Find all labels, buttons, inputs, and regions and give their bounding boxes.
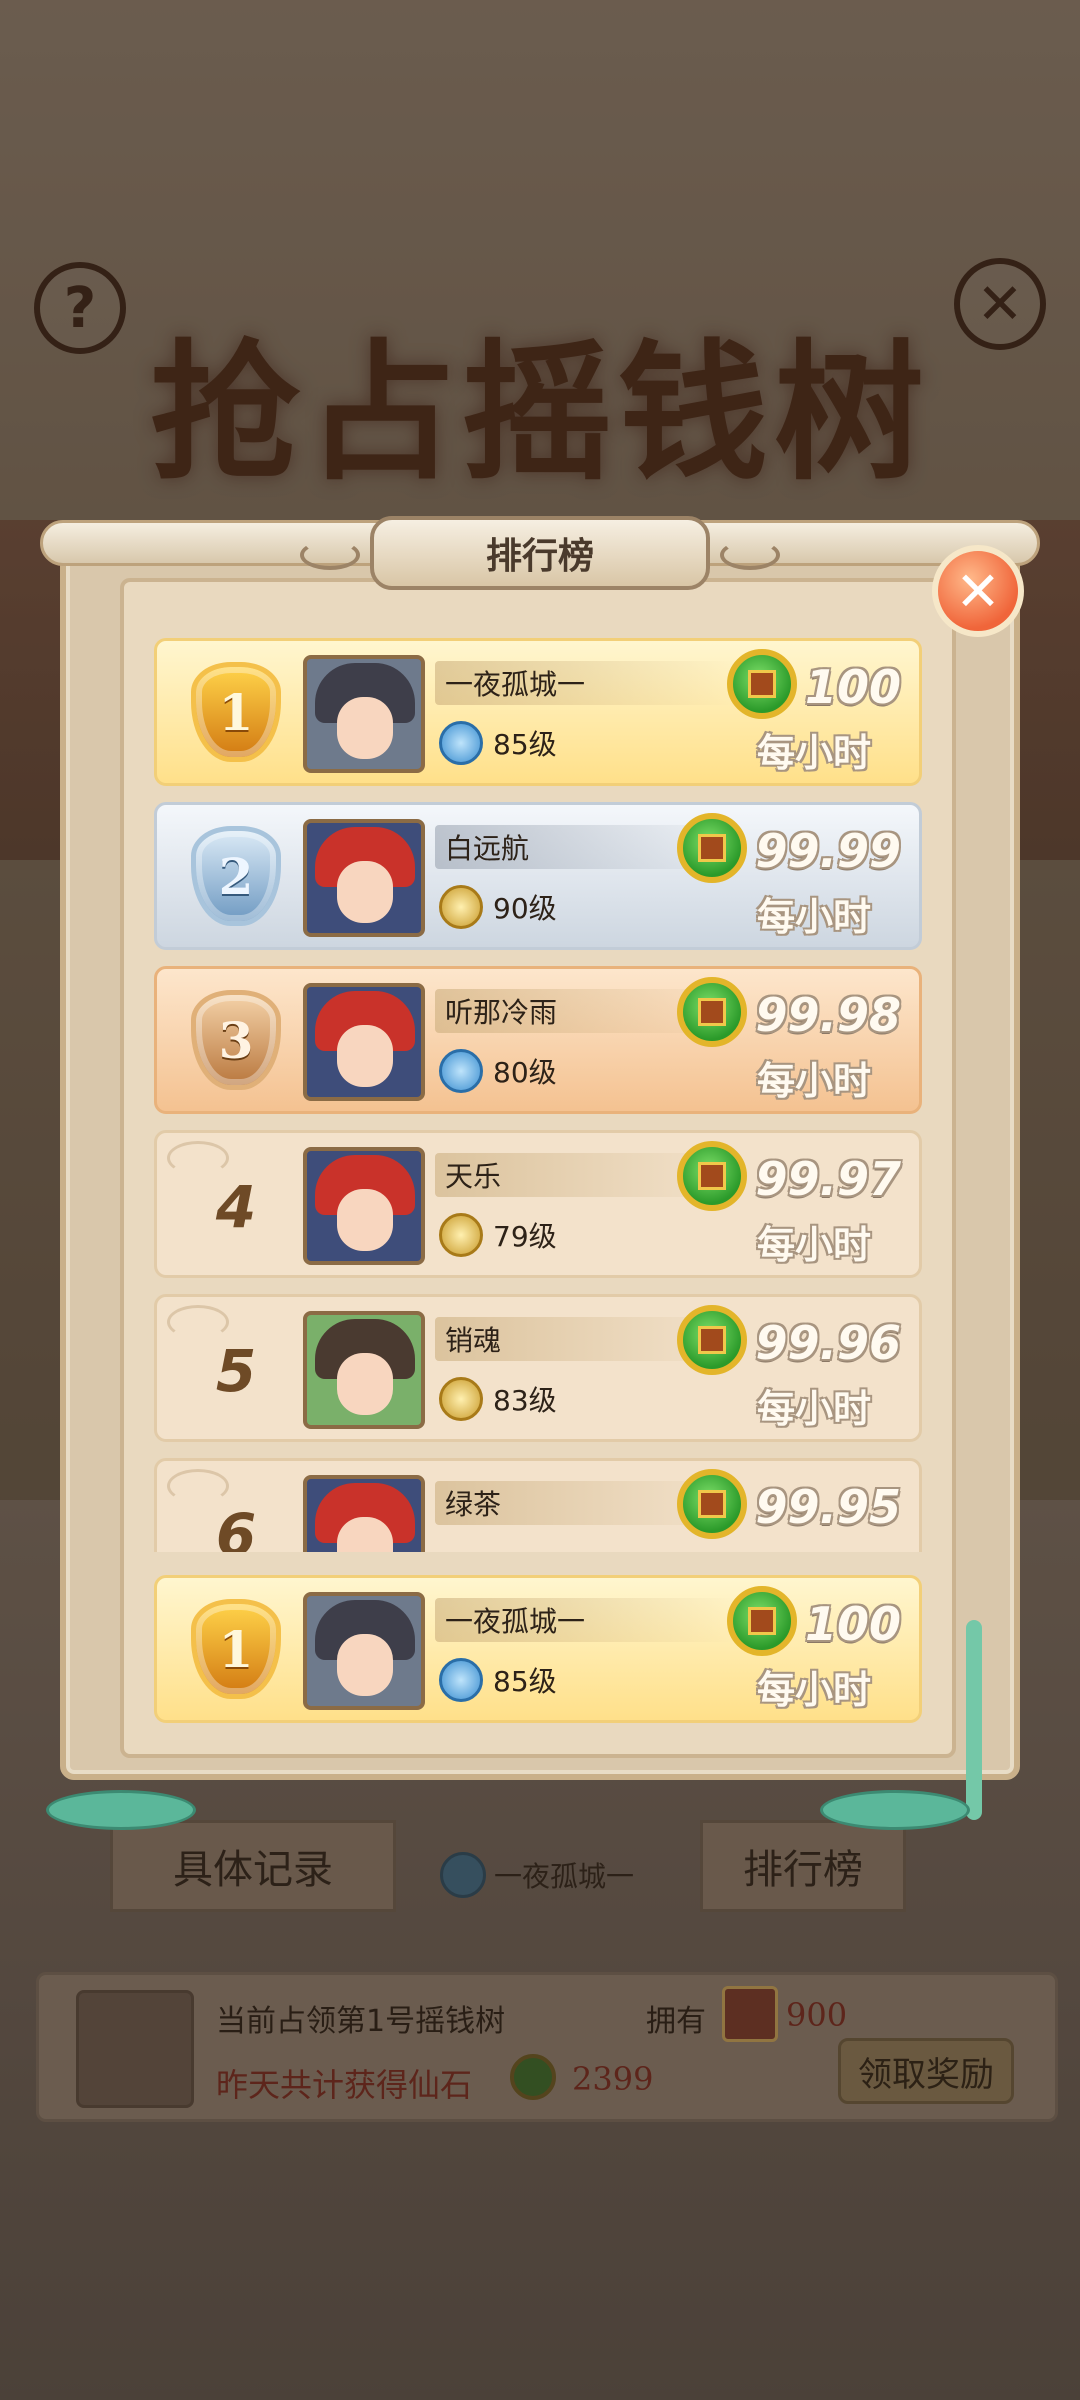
player-level: 83级 xyxy=(439,1377,557,1421)
title-ornament-left xyxy=(300,540,360,570)
ranking-row[interactable]: 1 一夜孤城一 85级 100 每小时 xyxy=(154,638,922,786)
jade-cloud-ornament xyxy=(820,1790,970,1830)
rate-unit: 每小时 xyxy=(756,1386,871,1431)
ranking-row[interactable]: 2 白远航 90级 99.99 每小时 xyxy=(154,802,922,950)
level-icon xyxy=(439,1049,483,1093)
gold-medal-icon: 1 xyxy=(179,655,293,769)
jade-vine-ornament xyxy=(966,1620,982,1820)
ranking-list[interactable]: 1 一夜孤城一 85级 100 每小时 2 白远航 90级 99.99 每小时 … xyxy=(146,626,930,1552)
jade-cloud-ornament xyxy=(46,1790,196,1830)
coin-icon xyxy=(727,1586,797,1656)
player-name: 一夜孤城一 xyxy=(435,1598,735,1642)
player-avatar xyxy=(303,1592,425,1710)
gold-medal-icon: 1 xyxy=(179,1592,293,1706)
bronze-medal-icon: 3 xyxy=(179,983,293,1097)
rate-value: 99.96 xyxy=(755,1316,901,1370)
player-name: 一夜孤城一 xyxy=(435,661,735,705)
rank-number: 5 xyxy=(215,1337,257,1405)
level-icon xyxy=(439,885,483,929)
rate-unit: 每小时 xyxy=(756,730,871,775)
level-icon xyxy=(439,1377,483,1421)
title-ornament-right xyxy=(720,540,780,570)
rank-number: 6 xyxy=(215,1501,257,1552)
coin-icon xyxy=(677,1141,747,1211)
level-icon xyxy=(439,721,483,765)
player-level: 85级 xyxy=(439,721,557,765)
ranking-row[interactable]: 5 销魂 83级 99.96 每小时 xyxy=(154,1294,922,1442)
level-icon xyxy=(439,1213,483,1257)
rate-unit: 每小时 xyxy=(756,1058,871,1103)
silver-medal-icon: 2 xyxy=(179,819,293,933)
rank-number: 4 xyxy=(215,1173,257,1241)
rate-value: 100 xyxy=(804,660,901,714)
player-level: 85级 xyxy=(439,1658,557,1702)
my-ranking-row: 1 一夜孤城一 85级 100 每小时 xyxy=(154,1575,922,1723)
modal-title: 排行榜 xyxy=(370,516,710,590)
ranking-row[interactable]: 4 天乐 79级 99.97 每小时 xyxy=(154,1130,922,1278)
rate-value: 99.98 xyxy=(755,988,901,1042)
rate-value: 100 xyxy=(804,1597,901,1651)
rate-value: 99.99 xyxy=(755,824,901,878)
player-level: 90级 xyxy=(439,885,557,929)
player-avatar xyxy=(303,1311,425,1429)
close-button[interactable]: ✕ xyxy=(932,545,1024,637)
player-avatar xyxy=(303,983,425,1101)
coin-icon xyxy=(677,1305,747,1375)
close-icon: ✕ xyxy=(955,559,1001,623)
rate-unit: 每小时 xyxy=(756,1222,871,1267)
player-avatar xyxy=(303,1147,425,1265)
player-avatar xyxy=(303,819,425,937)
ranking-row[interactable]: 6 绿茶 99.95 xyxy=(154,1458,922,1552)
rate-unit: 每小时 xyxy=(756,894,871,939)
coin-icon xyxy=(677,977,747,1047)
player-avatar xyxy=(303,655,425,773)
rate-value: 99.97 xyxy=(755,1152,901,1206)
rate-value: 99.95 xyxy=(755,1480,901,1534)
coin-icon xyxy=(677,813,747,883)
ranking-row[interactable]: 3 听那冷雨 80级 99.98 每小时 xyxy=(154,966,922,1114)
player-level: 79级 xyxy=(439,1213,557,1257)
level-icon xyxy=(439,1658,483,1702)
coin-icon xyxy=(727,649,797,719)
player-avatar xyxy=(303,1475,425,1552)
rate-unit: 每小时 xyxy=(756,1667,871,1712)
player-level: 80级 xyxy=(439,1049,557,1093)
coin-icon xyxy=(677,1469,747,1539)
